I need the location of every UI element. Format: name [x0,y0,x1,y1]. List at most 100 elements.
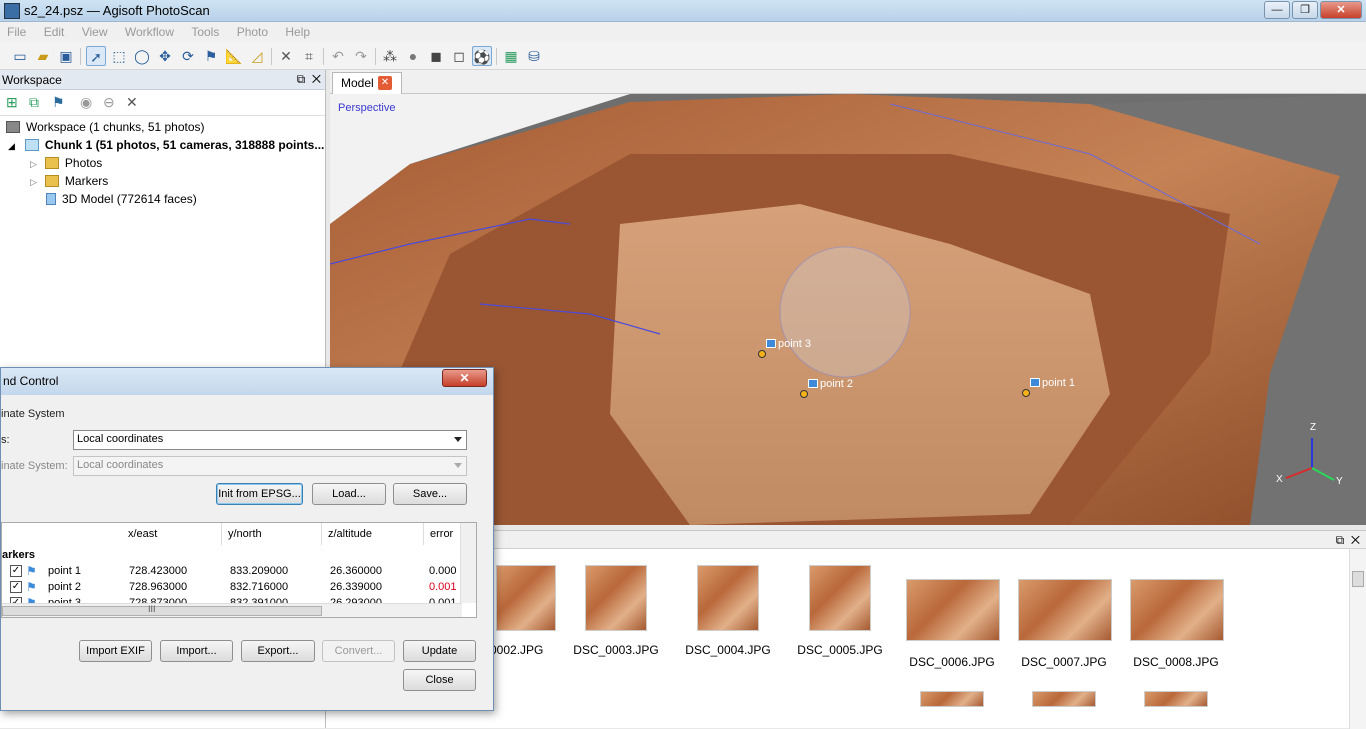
flag-icon [808,379,818,388]
textured-icon[interactable]: ⚽ [472,46,492,66]
chevron-down-icon [454,463,462,468]
new-file-icon[interactable]: ▭ [10,46,30,66]
coordinate-system-select[interactable]: Local coordinates [73,456,467,476]
dialog-close-button[interactable]: ✕ [442,369,487,387]
menu-view[interactable]: View [75,22,115,42]
photo-thumbnail[interactable]: DSC_0007.JPG [1018,579,1112,669]
shaded-icon[interactable]: ● [403,46,423,66]
close-window-button[interactable]: ✕ [1320,1,1362,19]
dialog-title: nd Control [3,374,59,388]
marker-flag-icon[interactable]: ⚑ [201,46,221,66]
expand-icon[interactable]: ▷ [30,177,37,187]
photo-thumbnail[interactable]: DSC_0003.JPG [571,565,661,657]
col-x-east[interactable]: x/east [122,523,222,545]
delete-icon[interactable]: ✕ [276,46,296,66]
menu-edit[interactable]: Edit [37,22,72,42]
open-folder-icon[interactable]: ▰ [33,46,53,66]
table-row[interactable]: ✓ ⚑ point 2 728.963000 832.716000 26.339… [2,579,462,595]
enable-checkbox[interactable]: ✓ [10,565,22,577]
photo-thumbnail[interactable] [1144,691,1208,707]
photos-pane-controls[interactable]: ⧉ ✕ [1336,533,1360,548]
update-button[interactable]: Update [403,640,476,662]
tree-workspace-root[interactable]: Workspace (1 chunks, 51 photos) [6,118,205,136]
col-y-north[interactable]: y/north [222,523,322,545]
crop-icon[interactable]: ⌗ [299,46,319,66]
import-exif-button[interactable]: Import EXIF [79,640,152,662]
angle-icon[interactable]: ◿ [247,46,267,66]
add-markers-icon[interactable]: ⚑ [52,94,65,111]
close-icon[interactable]: ✕ [1351,533,1360,547]
collapse-icon[interactable]: ◢ [8,141,15,151]
photo-thumbnail[interactable]: DSC_0008.JPG [1130,579,1224,669]
table-vertical-scrollbar[interactable] [460,523,476,603]
close-button[interactable]: Close [403,669,476,691]
float-icon[interactable]: ⧉ [297,72,306,86]
disable-icon[interactable]: ⊖ [103,94,115,111]
add-chunk-icon[interactable]: ⊞ [6,94,18,111]
init-from-epsg-button[interactable]: Init from EPSG... [216,483,303,505]
marker-point-1[interactable]: point 1 [1022,377,1075,397]
menu-tools[interactable]: Tools [184,22,226,42]
photo-image [920,691,984,707]
expand-icon[interactable]: ▷ [30,159,37,169]
redo-icon[interactable]: ↷ [351,46,371,66]
solid-icon[interactable]: ◼ [426,46,446,66]
crs-select[interactable]: Local coordinates [73,430,467,450]
marker-point-3[interactable]: point 3 [758,338,811,358]
tree-markers[interactable]: ▷ Markers [30,172,108,190]
axis-y-label: Y [1336,476,1343,487]
menu-help[interactable]: Help [278,22,317,42]
menu-file[interactable]: File [0,22,33,42]
show-cameras-icon[interactable]: ▦ [501,46,521,66]
enable-icon[interactable]: ◉ [80,94,92,111]
export-button[interactable]: Export... [241,640,315,662]
undo-icon[interactable]: ↶ [328,46,348,66]
photo-thumbnail[interactable]: DSC_0005.JPG [795,565,885,657]
move-object-icon[interactable]: ✥ [155,46,175,66]
coordinate-system-group-label: inate System [1,408,65,420]
photo-thumbnail[interactable] [1032,691,1096,707]
save-icon[interactable]: ▣ [56,46,76,66]
ruler-icon[interactable]: 📐 [224,46,244,66]
tree-3d-model[interactable]: 3D Model (772614 faces) [46,190,197,208]
photo-thumbnail[interactable]: DSC_0006.JPG [906,579,1000,669]
restore-button[interactable]: ❐ [1292,1,1318,19]
menu-workflow[interactable]: Workflow [118,22,181,42]
folder-icon [44,157,59,169]
photo-image [809,565,871,631]
col-z-altitude[interactable]: z/altitude [322,523,424,545]
minimize-button[interactable]: — [1264,1,1290,19]
float-icon[interactable]: ⧉ [1336,533,1345,547]
workspace-panel-controls[interactable]: ⧉ ✕ [297,72,321,87]
navigation-arrow-icon[interactable]: ➚ [86,46,106,66]
photos-scrollbar[interactable] [1349,549,1366,729]
load-button[interactable]: Load... [312,483,386,505]
wireframe-icon[interactable]: ◻ [449,46,469,66]
convert-button[interactable]: Convert... [322,640,395,662]
menu-photo[interactable]: Photo [230,22,275,42]
marker-dot-icon [758,350,766,358]
table-row[interactable]: ✓ ⚑ point 1 728.423000 833.209000 26.360… [2,563,462,579]
close-tab-icon[interactable]: ✕ [378,76,392,90]
point-cloud-icon[interactable]: ⁂ [380,46,400,66]
markers-table: x/east y/north z/altitude error arkers ✓… [1,522,477,618]
rectangle-select-icon[interactable]: ⬚ [109,46,129,66]
tab-model[interactable]: Model ✕ [332,72,402,94]
remove-icon[interactable]: ✕ [126,94,138,111]
show-markers-icon[interactable]: ⛁ [524,46,544,66]
save-button[interactable]: Save... [393,483,467,505]
table-horizontal-scrollbar[interactable]: III [2,603,462,617]
import-button[interactable]: Import... [160,640,233,662]
marker-point-2[interactable]: point 2 [800,378,853,398]
photo-thumbnail[interactable]: DSC_0004.JPG [683,565,773,657]
enable-checkbox[interactable]: ✓ [10,581,22,593]
tree-chunk-1[interactable]: ◢ Chunk 1 (51 photos, 51 cameras, 318888 … [8,136,324,154]
tree-photos[interactable]: ▷ Photos [30,154,102,172]
add-photos-icon[interactable]: ⧉ [29,94,39,111]
circle-select-icon[interactable]: ◯ [132,46,152,66]
col-error[interactable]: error [424,523,462,545]
photo-thumbnail[interactable] [920,691,984,707]
rotate-object-icon[interactable]: ⟳ [178,46,198,66]
markers-group-row[interactable]: arkers [2,547,462,563]
close-icon[interactable]: ✕ [312,72,321,86]
